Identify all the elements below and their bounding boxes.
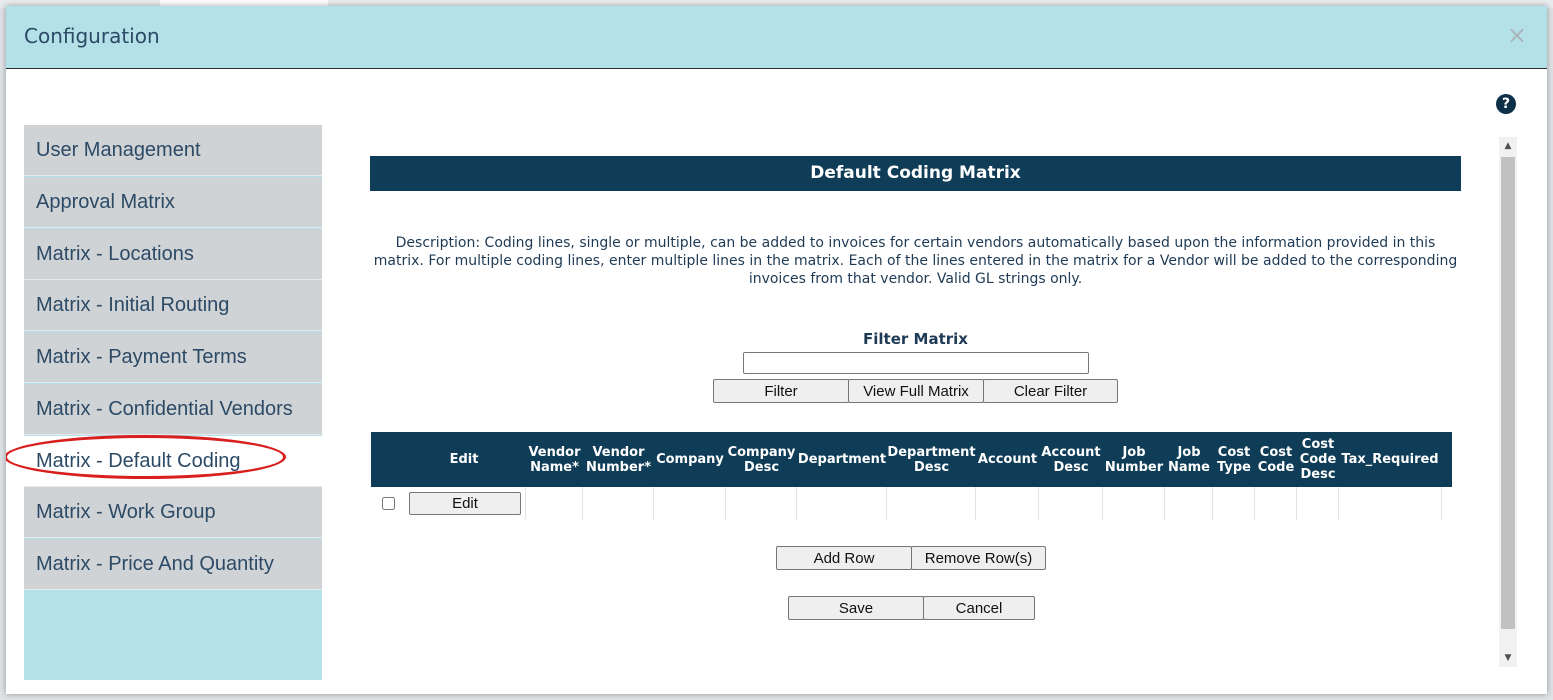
column-header-cost-code: Cost Code — [1257, 444, 1295, 475]
sidebar-item-user-management[interactable]: User Management — [24, 125, 322, 176]
help-icon[interactable]: ? — [1496, 94, 1516, 114]
filter-label: Filter Matrix — [863, 330, 968, 348]
sidebar-item-matrix-locations[interactable]: Matrix - Locations — [24, 229, 322, 280]
table-row: Edit — [371, 487, 1452, 520]
save-button[interactable]: Save — [788, 596, 924, 620]
row-edit-cell: Edit — [404, 487, 526, 520]
cell-company-desc[interactable] — [726, 487, 797, 520]
cancel-button[interactable]: Cancel — [923, 596, 1035, 620]
sidebar-item-matrix-initial-routing[interactable]: Matrix - Initial Routing — [24, 280, 322, 331]
column-header-vendor-number: Vendor Number* — [585, 444, 651, 475]
column-header-account: Account — [977, 452, 1038, 467]
column-header-account-desc: Account Desc — [1041, 444, 1101, 475]
sidebar: User Management Approval Matrix Matrix -… — [24, 125, 322, 680]
matrix-description: Description: Coding lines, single or mul… — [373, 235, 1458, 287]
cell-vendor-number[interactable] — [583, 487, 654, 520]
configuration-modal: Configuration × ? User Management Approv… — [6, 6, 1547, 694]
sidebar-item-matrix-default-coding[interactable]: Matrix - Default Coding — [24, 436, 322, 487]
modal-title: Configuration — [24, 24, 160, 48]
column-header-company: Company — [656, 452, 724, 467]
sidebar-item-approval-matrix[interactable]: Approval Matrix — [24, 177, 322, 228]
filter-button[interactable]: Filter — [713, 379, 849, 403]
content-scrollbar[interactable]: ▲ ▼ — [1499, 137, 1517, 667]
column-header-edit: Edit — [449, 452, 479, 467]
column-header-cost-code-desc: Cost Code Desc — [1299, 437, 1337, 482]
cell-cost-type[interactable] — [1213, 487, 1255, 520]
column-header-job-name: Job Name — [1167, 444, 1210, 475]
cell-account-desc[interactable] — [1039, 487, 1103, 520]
column-header-cost-type: Cost Type — [1217, 444, 1251, 475]
row-checkbox[interactable] — [382, 497, 395, 510]
clear-filter-button[interactable]: Clear Filter — [983, 379, 1118, 403]
remove-rows-button[interactable]: Remove Row(s) — [911, 546, 1046, 570]
sidebar-item-matrix-confidential-vendors[interactable]: Matrix - Confidential Vendors — [24, 384, 322, 435]
scroll-thumb[interactable] — [1501, 157, 1515, 629]
cell-tax-required[interactable] — [1339, 487, 1442, 520]
column-header-vendor-name: Vendor Name* — [528, 444, 581, 475]
column-header-tax-required: Tax_Required — [1341, 452, 1439, 467]
sidebar-item-matrix-work-group[interactable]: Matrix - Work Group — [24, 487, 322, 538]
scroll-down-icon[interactable]: ▼ — [1499, 649, 1517, 667]
cell-company[interactable] — [654, 487, 726, 520]
view-full-matrix-button[interactable]: View Full Matrix — [848, 379, 984, 403]
cell-department-desc[interactable] — [887, 487, 976, 520]
matrix-title: Default Coding Matrix — [370, 156, 1461, 191]
cell-cost-code[interactable] — [1255, 487, 1297, 520]
cell-cost-code-desc[interactable] — [1297, 487, 1339, 520]
add-row-button[interactable]: Add Row — [776, 546, 912, 570]
cell-department[interactable] — [797, 487, 887, 520]
row-edit-button[interactable]: Edit — [409, 492, 521, 515]
cell-vendor-name[interactable] — [526, 487, 583, 520]
modal-header: Configuration × — [6, 6, 1547, 69]
column-header-select — [371, 432, 404, 487]
column-header-department-desc: Department Desc — [887, 444, 976, 475]
cell-job-number[interactable] — [1103, 487, 1165, 520]
close-icon[interactable]: × — [1507, 21, 1527, 49]
cell-job-name[interactable] — [1165, 487, 1213, 520]
scroll-up-icon[interactable]: ▲ — [1499, 137, 1517, 155]
column-header-company-desc: Company Desc — [727, 444, 796, 475]
cell-account[interactable] — [976, 487, 1039, 520]
sidebar-item-matrix-price-and-quantity[interactable]: Matrix - Price And Quantity — [24, 539, 322, 590]
column-header-job-number: Job Number — [1104, 444, 1164, 475]
row-select-cell — [371, 487, 404, 520]
column-header-department: Department — [797, 452, 887, 467]
filter-input[interactable] — [743, 352, 1089, 374]
grid-header: Edit Vendor Name* Vendor Number* Company… — [371, 432, 1452, 487]
sidebar-item-matrix-payment-terms[interactable]: Matrix - Payment Terms — [24, 332, 322, 383]
